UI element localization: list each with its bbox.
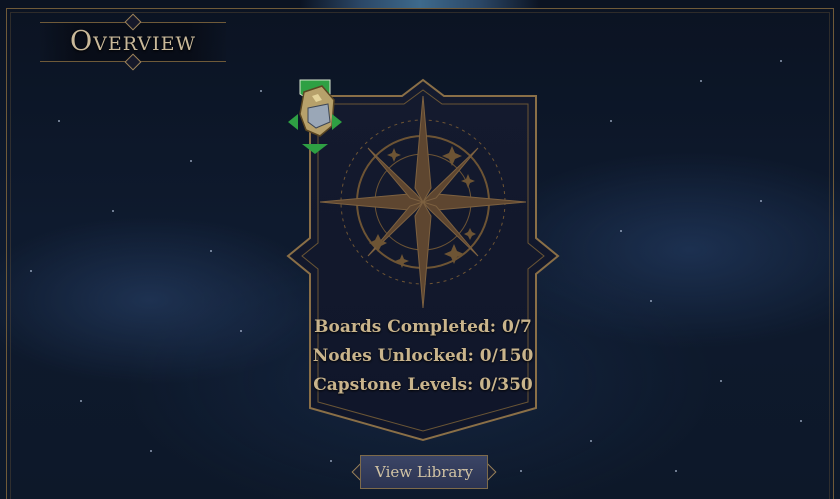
overview-card: Boards Completed: 0/7 Nodes Unlocked: 0/… <box>282 78 564 446</box>
nodes-unlocked-stat: Nodes Unlocked: 0/150 <box>312 346 534 366</box>
overview-stats: Boards Completed: 0/7 Nodes Unlocked: 0/… <box>282 313 564 400</box>
view-library-label: View Library <box>375 463 473 481</box>
boards-completed-stat: Boards Completed: 0/7 <box>314 317 532 337</box>
title-plate: Overview <box>40 13 226 71</box>
gauntlet-class-icon <box>288 79 342 154</box>
top-glow-accent <box>300 0 540 8</box>
capstone-levels-stat: Capstone Levels: 0/350 <box>313 375 533 395</box>
view-library-button[interactable]: View Library <box>351 455 497 489</box>
page-title: Overview <box>70 26 196 57</box>
